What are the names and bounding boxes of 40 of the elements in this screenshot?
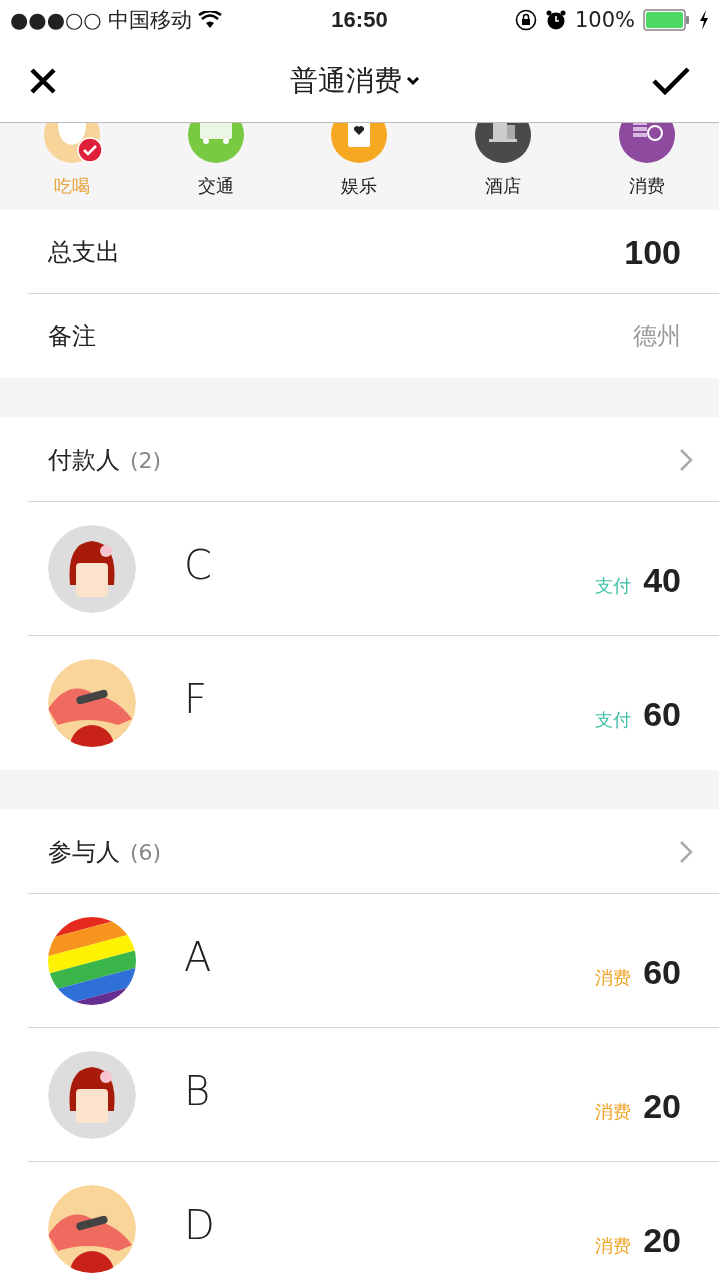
category-label[interactable]: 酒店 — [485, 174, 522, 198]
confirm-icon[interactable] — [651, 66, 691, 96]
total-amount: 100 — [624, 232, 681, 272]
amount: 60 — [643, 695, 681, 734]
amount-label: 支付 — [595, 574, 632, 598]
category-label[interactable]: 交通 — [197, 174, 234, 198]
battery-percent: 100% — [574, 8, 635, 32]
amount: 20 — [643, 1221, 681, 1260]
person-name: B — [184, 1068, 212, 1114]
wifi-icon — [197, 11, 222, 29]
amount-label: 消费 — [595, 1100, 632, 1124]
close-icon[interactable] — [28, 66, 58, 96]
person-name: D — [184, 1202, 216, 1248]
section-title: 参与人 — [48, 836, 120, 868]
category-label[interactable]: 消费 — [629, 174, 666, 198]
category-label[interactable]: 娱乐 — [341, 174, 378, 198]
carrier: 中国移动 — [107, 7, 192, 34]
category-icon — [475, 123, 532, 163]
amount: 40 — [643, 561, 681, 600]
signal-strength: ●●●○○ — [10, 8, 102, 32]
count: (2) — [130, 447, 162, 473]
page-title[interactable]: 普通消费 — [289, 62, 402, 100]
clock: 16:50 — [331, 7, 388, 33]
alarm-icon — [544, 9, 567, 31]
field-label: 备注 — [48, 321, 97, 352]
person-name: C — [184, 542, 213, 588]
amount: 20 — [643, 1087, 681, 1126]
rotation-lock-icon — [514, 9, 537, 31]
battery-icon — [643, 9, 691, 31]
person-name: A — [184, 934, 213, 980]
charging-icon — [699, 10, 709, 30]
amount-label: 消费 — [595, 966, 632, 990]
section-title: 付款人 — [48, 444, 120, 476]
count: (6) — [130, 839, 162, 865]
person-name: F — [184, 676, 208, 722]
chevron-down-icon[interactable] — [405, 76, 420, 86]
amount-label: 消费 — [595, 1234, 632, 1258]
field-label: 总支出 — [48, 237, 121, 268]
amount: 60 — [643, 953, 681, 992]
amount-label: 支付 — [595, 708, 632, 732]
